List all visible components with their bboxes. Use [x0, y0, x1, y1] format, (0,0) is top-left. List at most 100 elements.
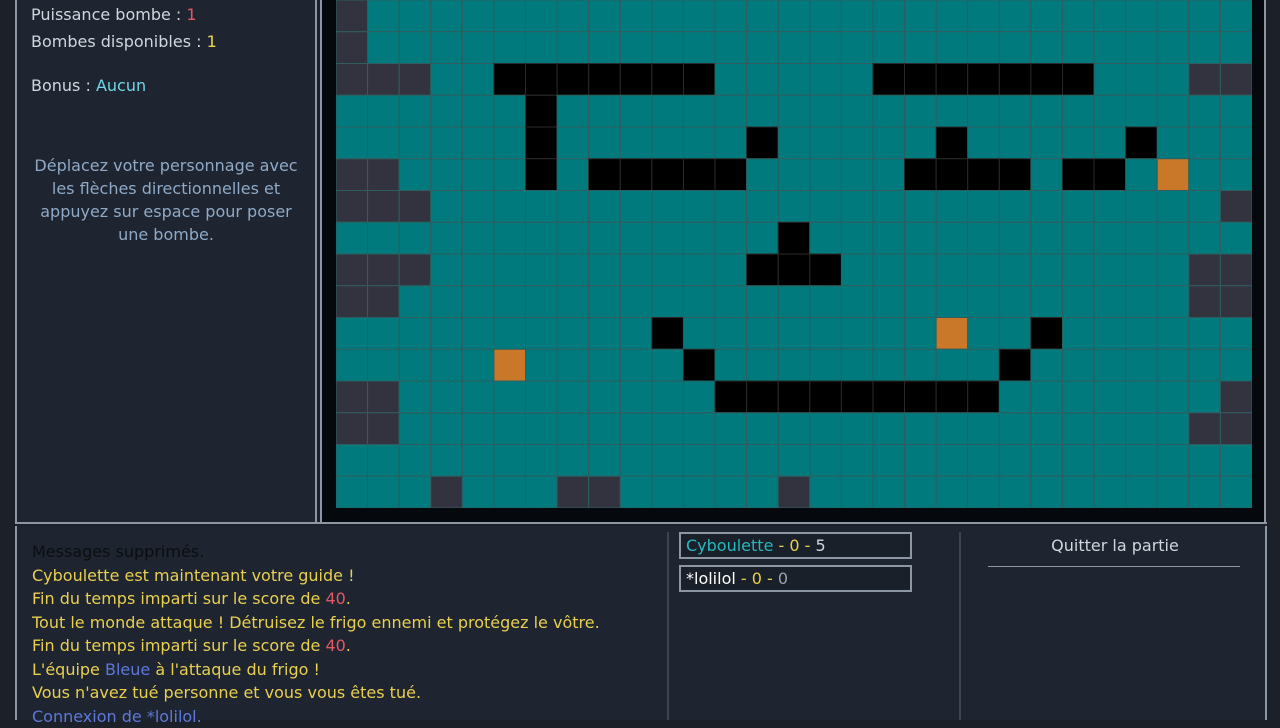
floor-tile: [526, 222, 558, 254]
floor-tile: [936, 254, 968, 286]
floor-tile: [526, 445, 558, 477]
floor-tile: [936, 222, 968, 254]
floor-tile: [968, 95, 1000, 127]
floor-tile: [462, 222, 494, 254]
wall-tile: [905, 381, 937, 413]
wall-tile: [841, 381, 873, 413]
floor-tile: [1189, 0, 1221, 32]
floor-tile: [747, 95, 779, 127]
floor-tile: [873, 127, 905, 159]
floor-tile: [1189, 127, 1221, 159]
floor-tile: [589, 0, 621, 32]
floor-tile: [620, 0, 652, 32]
bonus-stat: Bonus : Aucun: [31, 76, 146, 95]
floor-tile: [905, 127, 937, 159]
floor-tile: [462, 476, 494, 508]
floor-tile: [905, 222, 937, 254]
floor-tile: [431, 32, 463, 64]
floor-tile: [936, 32, 968, 64]
floor-tile: [1031, 127, 1063, 159]
floor-tile: [1157, 413, 1189, 445]
floor-tile: [589, 413, 621, 445]
wall-tile: [652, 318, 684, 350]
panel-divider: [15, 522, 1267, 524]
wall-tile: [747, 127, 779, 159]
floor-tile: [1126, 349, 1158, 381]
floor-tile: [336, 127, 368, 159]
floor-tile: [968, 349, 1000, 381]
message-prefix: L'équipe: [32, 660, 105, 679]
border-tile: [1189, 254, 1221, 286]
floor-tile: [557, 127, 589, 159]
message-line: Messages supprimés.: [32, 540, 662, 564]
floor-tile: [873, 159, 905, 191]
floor-tile: [778, 349, 810, 381]
floor-tile: [1126, 0, 1158, 32]
floor-tile: [905, 476, 937, 508]
floor-tile: [999, 381, 1031, 413]
floor-tile: [683, 381, 715, 413]
floor-tile: [999, 127, 1031, 159]
message-line: Cyboulette est maintenant votre guide !: [32, 564, 662, 588]
floor-tile: [968, 127, 1000, 159]
wall-tile: [589, 64, 621, 96]
score-row-cyboulette: Cyboulette - 0 - 5: [679, 532, 912, 559]
game-board[interactable]: [336, 0, 1252, 508]
floor-tile: [1031, 254, 1063, 286]
floor-tile: [1157, 445, 1189, 477]
floor-tile: [1062, 286, 1094, 318]
floor-tile: [557, 381, 589, 413]
floor-tile: [462, 64, 494, 96]
floor-tile: [1126, 445, 1158, 477]
border-tile: [336, 254, 368, 286]
floor-tile: [1126, 95, 1158, 127]
border-tile: [336, 32, 368, 64]
border-tile: [1189, 286, 1221, 318]
floor-tile: [1094, 222, 1126, 254]
wall-tile: [936, 64, 968, 96]
floor-tile: [462, 318, 494, 350]
border-tile: [368, 286, 400, 318]
floor-tile: [368, 318, 400, 350]
floor-tile: [399, 286, 431, 318]
floor-tile: [526, 318, 558, 350]
border-tile: [368, 64, 400, 96]
floor-tile: [841, 95, 873, 127]
floor-tile: [557, 191, 589, 223]
floor-tile: [462, 95, 494, 127]
floor-tile: [494, 318, 526, 350]
floor-tile: [683, 95, 715, 127]
floor-tile: [1189, 381, 1221, 413]
floor-tile: [778, 445, 810, 477]
wall-tile: [620, 64, 652, 96]
floor-tile: [399, 95, 431, 127]
floor-tile: [747, 191, 779, 223]
floor-tile: [810, 318, 842, 350]
floor-tile: [841, 127, 873, 159]
bonus-value: Aucun: [96, 76, 146, 95]
floor-tile: [1157, 349, 1189, 381]
floor-tile: [431, 0, 463, 32]
floor-tile: [1220, 32, 1252, 64]
floor-tile: [620, 222, 652, 254]
floor-tile: [494, 222, 526, 254]
wall-tile: [968, 64, 1000, 96]
floor-tile: [557, 286, 589, 318]
floor-tile: [462, 445, 494, 477]
floor-tile: [589, 381, 621, 413]
floor-tile: [873, 286, 905, 318]
quit-game-button[interactable]: Quitter la partie: [990, 536, 1240, 555]
border-tile: [368, 254, 400, 286]
floor-tile: [620, 32, 652, 64]
floor-tile: [526, 476, 558, 508]
floor-tile: [431, 95, 463, 127]
wall-tile: [652, 159, 684, 191]
floor-tile: [526, 349, 558, 381]
wall-tile: [494, 64, 526, 96]
floor-tile: [526, 413, 558, 445]
border-tile: [368, 191, 400, 223]
floor-tile: [652, 445, 684, 477]
border-tile: [1220, 381, 1252, 413]
border-tile: [1220, 191, 1252, 223]
floor-tile: [557, 413, 589, 445]
